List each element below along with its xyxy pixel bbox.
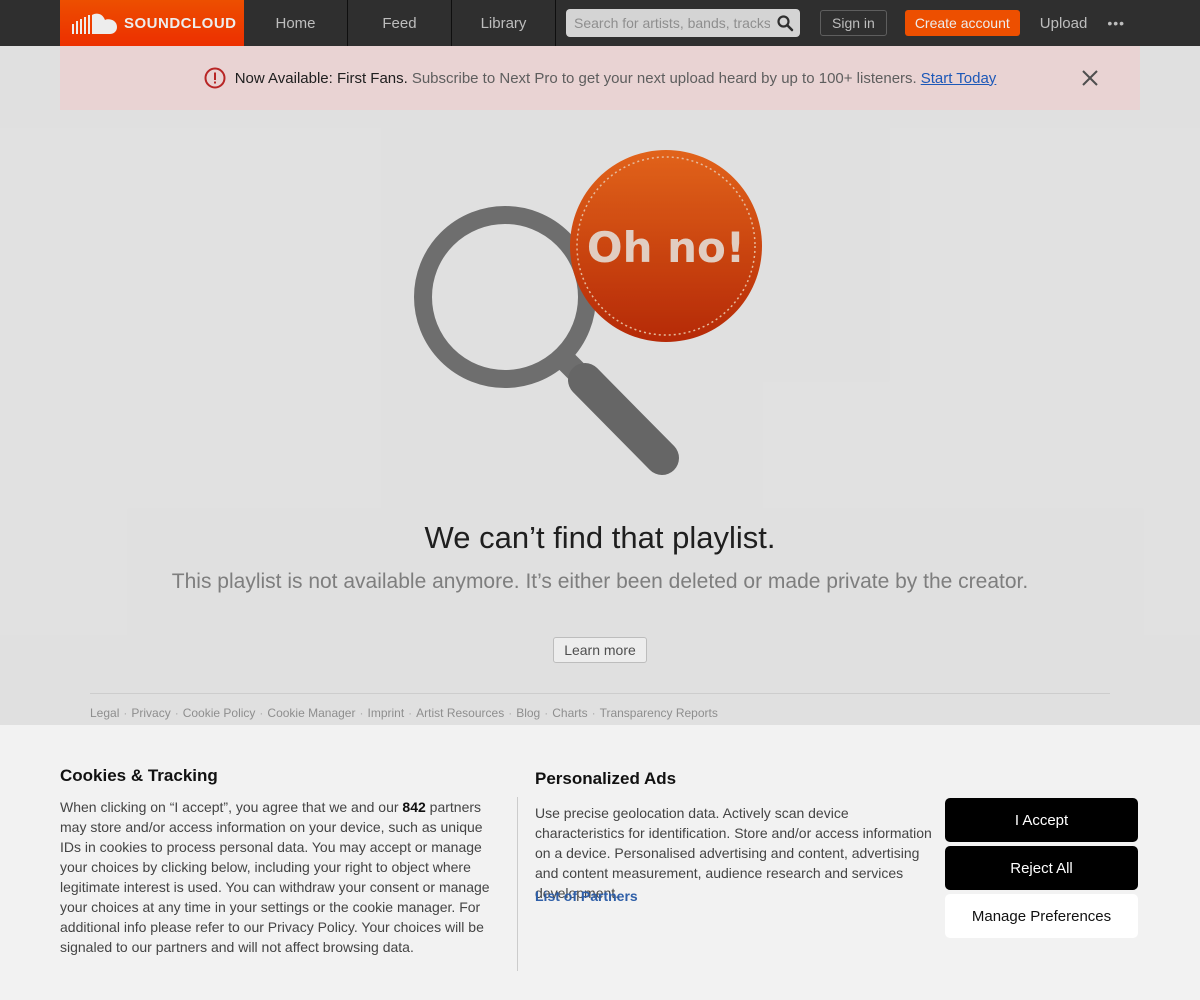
oh-no-text: Oh no! (587, 223, 745, 272)
footer-separator: · (174, 706, 179, 720)
search-box (566, 9, 800, 37)
footer-separator: · (123, 706, 128, 720)
banner-headline: Now Available: First Fans. (234, 69, 408, 87)
footer-separator: · (359, 706, 364, 720)
page-title: We can’t find that playlist. (424, 520, 776, 555)
partner-count: 842 (402, 799, 426, 815)
cookie-body-pre: When clicking on “I accept”, you agree t… (60, 799, 403, 815)
footer-link-charts[interactable]: Charts (552, 706, 587, 720)
top-nav-bar: SOUNDCLOUD Home Feed Library Sign in Cre… (0, 0, 1200, 46)
footer-separator: · (544, 706, 549, 720)
not-found-illustration: Oh no! (414, 150, 762, 475)
footer-links: Legal · Privacy · Cookie Policy · Cookie Ma… (90, 706, 718, 720)
footer-separator: · (259, 706, 264, 720)
main-content: Oh no! We can’t find that playlist. This… (0, 110, 1200, 725)
search-icon[interactable] (776, 14, 794, 32)
top-nav-inner: SOUNDCLOUD Home Feed Library Sign in Cre… (60, 0, 1140, 46)
next-pro-banner: Now Available: First Fans. Subscribe to … (60, 46, 1140, 110)
footer-link-privacy[interactable]: Privacy (131, 706, 170, 720)
footer-link-imprint[interactable]: Imprint (367, 706, 404, 720)
page-subtitle: This playlist is not available anymore. … (171, 570, 1029, 593)
search-input[interactable] (566, 9, 800, 37)
footer-separator: · (591, 706, 596, 720)
close-icon[interactable] (1080, 68, 1100, 88)
manage-preferences-button[interactable]: Manage Preferences (945, 894, 1138, 938)
footer-link-cookie-policy[interactable]: Cookie Policy (183, 706, 256, 720)
footer-separator: · (508, 706, 513, 720)
cookie-title: Cookies & Tracking (60, 766, 218, 785)
nav-feed[interactable]: Feed (348, 0, 452, 46)
learn-more-button[interactable]: Learn more (553, 637, 647, 663)
footer-link-artist-resources[interactable]: Artist Resources (416, 706, 504, 720)
footer-link-blog[interactable]: Blog (516, 706, 540, 720)
soundcloud-logo[interactable]: SOUNDCLOUD (60, 0, 244, 46)
footer-link-cookie-manager[interactable]: Cookie Manager (267, 706, 355, 720)
create-account-button[interactable]: Create account (904, 10, 1020, 36)
cookie-consent-panel: Cookies & Tracking When clicking on “I a… (0, 725, 1200, 1000)
more-options-icon[interactable]: ••• (1107, 15, 1125, 31)
alert-circle-icon (204, 67, 226, 89)
sign-in-button[interactable]: Sign in (820, 10, 887, 36)
footer-link-legal[interactable]: Legal (90, 706, 119, 720)
nav-home[interactable]: Home (244, 0, 348, 46)
start-today-link[interactable]: Start Today (921, 70, 997, 87)
cookie-body-post: partners may store and/or access informa… (60, 799, 490, 955)
list-of-partners-link[interactable]: List of Partners (535, 888, 638, 904)
nav-library[interactable]: Library (452, 0, 556, 46)
footer-divider (90, 693, 1110, 694)
cookie-description: When clicking on “I accept”, you agree t… (60, 797, 505, 957)
oh-no-badge: Oh no! (570, 150, 762, 342)
upload-link[interactable]: Upload (1040, 15, 1088, 32)
cloud-logo-icon (72, 13, 117, 34)
logo-text: SOUNDCLOUD (124, 14, 237, 32)
footer-separator: · (408, 706, 413, 720)
cookie-divider (517, 797, 518, 971)
accept-button[interactable]: I Accept (945, 798, 1138, 842)
footer-link-transparency[interactable]: Transparency Reports (600, 706, 718, 720)
reject-all-button[interactable]: Reject All (945, 846, 1138, 890)
banner-text: Subscribe to Next Pro to get your next u… (411, 69, 917, 87)
ads-title: Personalized Ads (535, 769, 677, 788)
